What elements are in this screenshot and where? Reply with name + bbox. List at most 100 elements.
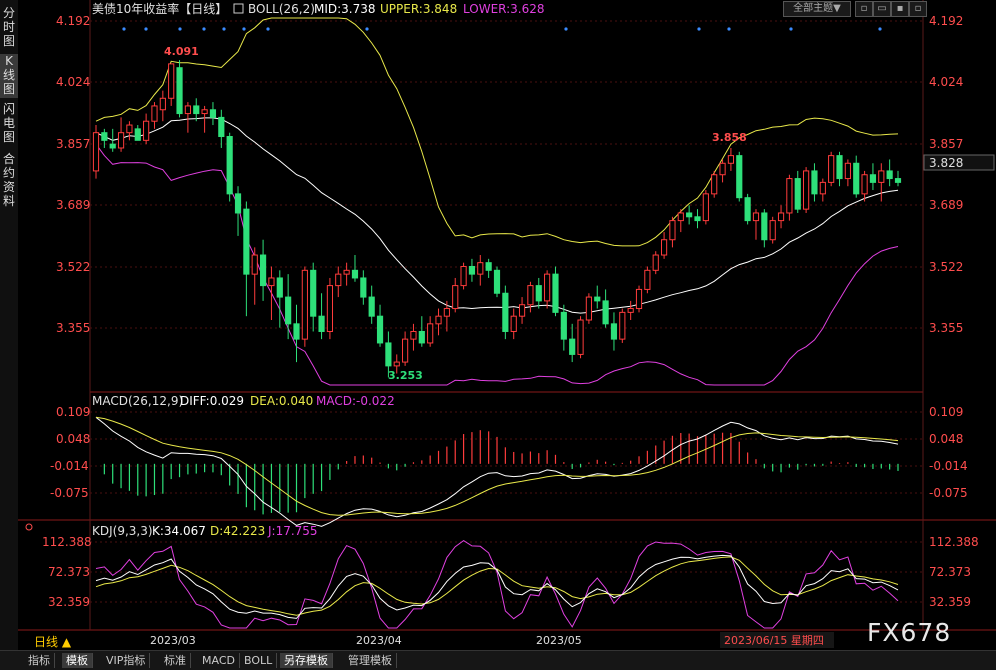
period-toggle[interactable]: 日线 ▲	[34, 635, 72, 649]
theme-select[interactable]: 全部主题▼	[783, 1, 851, 17]
candle-body	[644, 269, 651, 290]
candle-body	[101, 132, 108, 141]
candle-body	[251, 254, 258, 275]
candle-body	[443, 308, 450, 317]
event-dot	[365, 27, 369, 31]
candle-body	[594, 296, 601, 302]
candle-body	[343, 269, 350, 275]
boll-label: BOLL(26,2)	[248, 2, 315, 16]
toolbar-button[interactable]: ▭	[873, 1, 891, 17]
candle-body	[460, 265, 467, 287]
bottom-tab[interactable]: BOLL	[240, 653, 278, 668]
toolbar-button[interactable]: ▫	[909, 1, 927, 17]
candle-body	[485, 262, 492, 271]
side-toolbar: 分时图 K线图 闪电图 合约资料	[0, 0, 19, 650]
y-label: 3.857	[56, 137, 90, 151]
y-label: 3.355	[56, 321, 90, 335]
candle-body	[652, 254, 659, 271]
candle-body	[310, 269, 317, 317]
macd-y-label: -0.014	[929, 459, 968, 473]
candle-body	[527, 285, 534, 306]
cursor-date: 2023/06/15 星期四	[724, 634, 824, 647]
candle-body	[794, 178, 801, 210]
candle-body	[836, 155, 843, 180]
macd-dea: DEA:0.040	[250, 394, 313, 408]
candle-body	[477, 262, 484, 275]
y-label: 3.522	[929, 260, 963, 274]
candle-body	[752, 212, 760, 222]
macd-y-label: -0.075	[50, 486, 89, 500]
candle-body	[560, 311, 567, 340]
current-price: 3.828	[929, 156, 963, 170]
candle-body	[669, 220, 676, 241]
event-dot	[178, 27, 182, 31]
candle-body	[660, 239, 668, 256]
candle-body	[151, 105, 158, 122]
candle-body	[602, 300, 609, 325]
kdj-y-label: 72.373	[929, 565, 971, 579]
candle-body	[844, 162, 851, 180]
candle-body	[393, 361, 400, 367]
candle-body	[777, 212, 785, 222]
candle-body	[853, 162, 860, 195]
candle-body	[493, 269, 501, 294]
kdj-label: KDJ(9,3,3)	[92, 524, 153, 538]
candle-body	[368, 296, 375, 317]
tab-flash-chart[interactable]: 闪电图	[0, 102, 18, 146]
macd-value: MACD:-0.022	[316, 394, 395, 408]
tab-kline-chart[interactable]: K线图	[0, 54, 18, 98]
candle-body	[385, 342, 392, 367]
candle-body	[117, 132, 125, 149]
toolbar-button[interactable]: ▫	[855, 1, 873, 17]
kdj-y-label: 72.373	[48, 565, 90, 579]
toolbar-button[interactable]: ▪	[891, 1, 909, 17]
candle-body	[702, 193, 709, 222]
candle-body	[828, 155, 835, 183]
candle-body	[677, 212, 684, 222]
macd-y-label: 0.109	[929, 405, 963, 419]
candle-body	[285, 296, 292, 325]
candle-body	[351, 269, 359, 279]
candle-body	[518, 304, 526, 317]
kdj-y-label: 32.359	[929, 595, 971, 609]
event-dot	[564, 27, 568, 31]
event-dot	[202, 27, 206, 31]
chart-area: 美债10年收益率【日线】 BOLL(26,2) MID:3.738 UPPER:…	[18, 0, 996, 650]
bottom-tab-active[interactable]: 另存模板	[280, 653, 333, 668]
y-label: 4.024	[929, 75, 963, 89]
candle-body	[402, 338, 409, 363]
candle-body	[694, 216, 701, 222]
bottom-tab[interactable]: 标准	[160, 653, 191, 668]
tab-contract-info[interactable]: 合约资料	[0, 152, 18, 212]
candle-body	[168, 63, 175, 99]
event-dot	[878, 27, 882, 31]
candle-body	[134, 128, 141, 141]
macd-y-label: -0.014	[50, 459, 89, 473]
candle-body	[502, 292, 509, 332]
bottom-tab[interactable]: 指标	[24, 653, 55, 668]
y-label: 4.192	[56, 14, 90, 28]
recent-high-marker: 3.858	[712, 131, 747, 144]
candle-body	[159, 97, 166, 111]
candle-body	[744, 197, 751, 222]
bottom-tab-active[interactable]: 模板	[62, 653, 93, 668]
bottom-tab[interactable]: 管理模板	[344, 653, 397, 668]
candle-body	[610, 323, 618, 340]
candle-body	[552, 273, 559, 313]
bottom-tab[interactable]: MACD	[198, 653, 240, 668]
bottom-tab[interactable]: VIP指标	[102, 653, 151, 668]
y-label: 3.355	[929, 321, 963, 335]
candle-body	[218, 116, 225, 138]
candle-body	[92, 132, 100, 172]
x-date-label: 2023/05	[536, 634, 582, 647]
macd-diff: DIFF:0.029	[180, 394, 244, 408]
tab-time-chart[interactable]: 分时图	[0, 6, 18, 50]
brand-watermark: FX678	[867, 618, 952, 647]
x-date-label: 2023/04	[356, 634, 402, 647]
macd-label: MACD(26,12,9)	[92, 394, 183, 408]
candle-body	[452, 285, 459, 310]
candle-body	[769, 220, 776, 241]
candle-body	[686, 212, 693, 218]
y-label: 4.192	[929, 14, 963, 28]
candle-body	[811, 170, 818, 195]
